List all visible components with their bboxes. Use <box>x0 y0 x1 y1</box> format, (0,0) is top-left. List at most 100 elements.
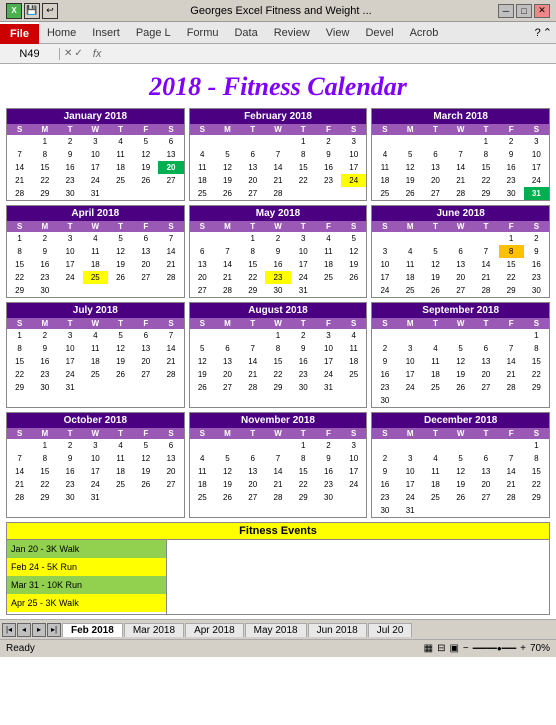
day-cell[interactable]: 8 <box>265 342 290 355</box>
day-cell[interactable]: 27 <box>240 187 265 200</box>
day-cell[interactable]: 11 <box>372 161 397 174</box>
toolbar-icon1[interactable]: 💾 <box>24 3 40 19</box>
day-cell[interactable]: 25 <box>190 187 215 200</box>
day-cell[interactable]: 16 <box>265 258 290 271</box>
day-cell[interactable]: 13 <box>133 245 158 258</box>
day-cell[interactable] <box>448 439 473 452</box>
day-cell[interactable]: 24 <box>524 174 549 187</box>
day-cell[interactable]: 7 <box>7 452 32 465</box>
day-cell[interactable]: 12 <box>133 148 158 161</box>
day-cell[interactable] <box>448 329 473 342</box>
day-cell[interactable]: 14 <box>158 245 183 258</box>
day-cell[interactable] <box>190 439 215 452</box>
day-cell[interactable]: 27 <box>190 284 215 297</box>
day-cell[interactable]: 13 <box>133 342 158 355</box>
day-cell[interactable]: 1 <box>291 439 316 452</box>
day-cell[interactable]: 14 <box>158 342 183 355</box>
day-cell[interactable]: 7 <box>158 329 183 342</box>
day-cell[interactable]: 9 <box>57 452 82 465</box>
day-cell[interactable]: 14 <box>499 465 524 478</box>
day-cell[interactable]: 7 <box>158 232 183 245</box>
day-cell[interactable]: 20 <box>158 161 183 174</box>
day-cell[interactable]: 25 <box>83 271 108 284</box>
day-cell[interactable]: 29 <box>524 491 549 504</box>
day-cell[interactable]: 15 <box>7 355 32 368</box>
day-cell[interactable]: 7 <box>499 342 524 355</box>
day-cell[interactable]: 17 <box>83 161 108 174</box>
day-cell[interactable]: 26 <box>215 491 240 504</box>
day-cell[interactable] <box>341 187 366 200</box>
day-cell[interactable] <box>524 394 549 407</box>
day-cell[interactable]: 2 <box>32 329 57 342</box>
day-cell[interactable]: 21 <box>7 478 32 491</box>
day-cell[interactable]: 12 <box>133 452 158 465</box>
day-cell[interactable] <box>473 232 498 245</box>
day-cell[interactable]: 12 <box>215 161 240 174</box>
tab-prev-button[interactable]: ◂ <box>17 623 31 637</box>
day-cell[interactable]: 9 <box>372 465 397 478</box>
day-cell[interactable]: 13 <box>190 258 215 271</box>
day-cell[interactable]: 29 <box>499 284 524 297</box>
day-cell[interactable]: 10 <box>83 452 108 465</box>
tab-insert[interactable]: Insert <box>84 22 128 44</box>
day-cell[interactable]: 23 <box>32 271 57 284</box>
day-cell[interactable]: 2 <box>32 232 57 245</box>
tab-home[interactable]: Home <box>39 22 84 44</box>
tab-data[interactable]: Data <box>226 22 265 44</box>
day-cell[interactable]: 15 <box>524 355 549 368</box>
day-cell[interactable]: 9 <box>316 148 341 161</box>
day-cell[interactable]: 18 <box>108 161 133 174</box>
day-cell[interactable] <box>133 187 158 200</box>
day-cell[interactable]: 8 <box>7 342 32 355</box>
day-cell[interactable] <box>158 491 183 504</box>
day-cell[interactable]: 11 <box>341 342 366 355</box>
day-cell[interactable]: 16 <box>372 368 397 381</box>
day-cell[interactable]: 11 <box>398 258 423 271</box>
day-cell[interactable]: 16 <box>316 161 341 174</box>
day-cell[interactable]: 10 <box>291 245 316 258</box>
day-cell[interactable]: 26 <box>108 271 133 284</box>
day-cell[interactable]: 15 <box>473 161 498 174</box>
day-cell[interactable]: 5 <box>341 232 366 245</box>
day-cell[interactable]: 8 <box>32 148 57 161</box>
day-cell[interactable] <box>158 187 183 200</box>
day-cell[interactable]: 1 <box>240 232 265 245</box>
day-cell[interactable]: 20 <box>133 355 158 368</box>
day-cell[interactable]: 17 <box>341 161 366 174</box>
day-cell[interactable]: 7 <box>7 148 32 161</box>
day-cell[interactable]: 14 <box>265 465 290 478</box>
day-cell[interactable] <box>240 135 265 148</box>
day-cell[interactable]: 22 <box>473 174 498 187</box>
day-cell[interactable]: 11 <box>83 245 108 258</box>
day-cell[interactable]: 20 <box>158 465 183 478</box>
tab-file[interactable]: File <box>0 22 39 44</box>
day-cell[interactable]: 27 <box>215 381 240 394</box>
day-cell[interactable]: 17 <box>398 368 423 381</box>
day-cell[interactable] <box>398 135 423 148</box>
day-cell[interactable]: 23 <box>524 271 549 284</box>
day-cell[interactable]: 25 <box>398 284 423 297</box>
day-cell[interactable]: 21 <box>265 174 290 187</box>
day-cell[interactable]: 2 <box>524 232 549 245</box>
day-cell[interactable]: 18 <box>108 465 133 478</box>
day-cell[interactable]: 26 <box>108 368 133 381</box>
day-cell[interactable] <box>372 329 397 342</box>
day-cell[interactable]: 6 <box>158 439 183 452</box>
day-cell[interactable]: 26 <box>341 271 366 284</box>
day-cell[interactable]: 29 <box>291 491 316 504</box>
day-cell[interactable]: 13 <box>158 148 183 161</box>
day-cell[interactable]: 28 <box>448 187 473 200</box>
day-cell[interactable]: 30 <box>57 187 82 200</box>
day-cell[interactable]: 27 <box>240 491 265 504</box>
day-cell[interactable]: 1 <box>7 232 32 245</box>
day-cell[interactable]: 12 <box>215 465 240 478</box>
day-cell[interactable]: 28 <box>499 491 524 504</box>
day-cell[interactable]: 12 <box>190 355 215 368</box>
day-cell[interactable]: 27 <box>158 174 183 187</box>
day-cell[interactable]: 2 <box>372 342 397 355</box>
day-cell[interactable]: 9 <box>32 342 57 355</box>
day-cell[interactable] <box>108 187 133 200</box>
day-cell[interactable]: 12 <box>448 355 473 368</box>
day-cell[interactable]: 29 <box>473 187 498 200</box>
day-cell[interactable]: 16 <box>32 258 57 271</box>
